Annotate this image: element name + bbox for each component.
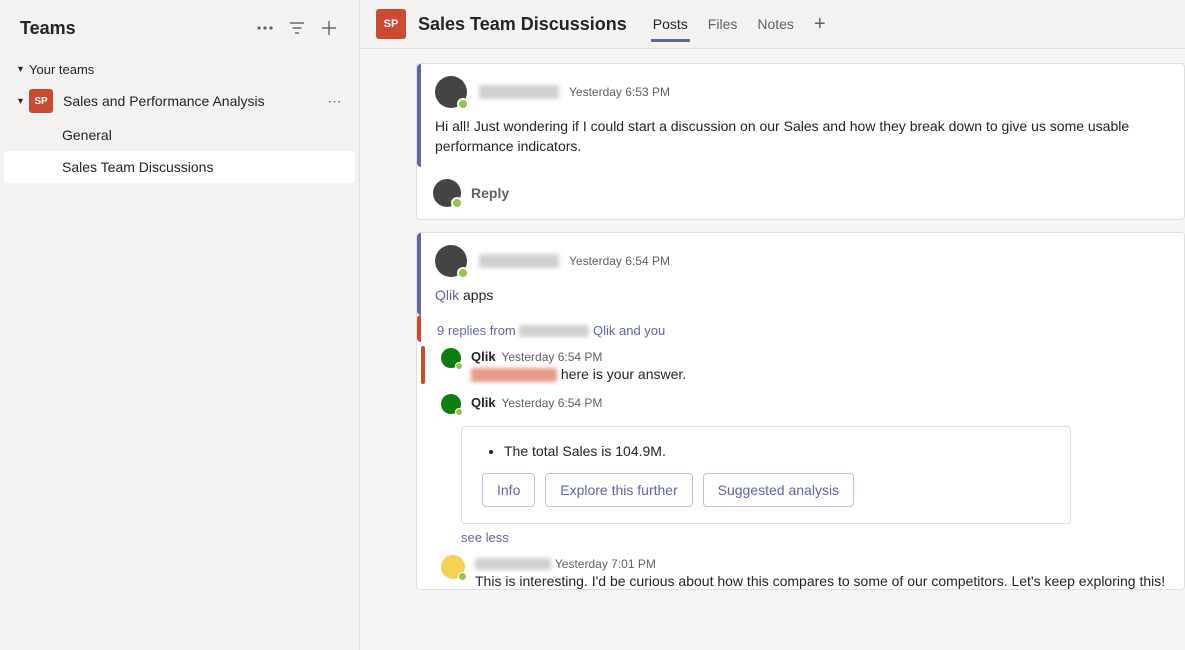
qlik-link[interactable]: Qlik (435, 287, 459, 303)
reply-body: This is interesting. I'd be curious abou… (475, 573, 1165, 589)
tab-files[interactable]: Files (698, 6, 748, 42)
reply-author: Qlik (471, 395, 496, 410)
reply-body: here is your answer. (471, 366, 686, 382)
post: Yesterday 6:53 PM Hi all! Just wondering… (417, 64, 1184, 167)
channel-title: Sales Team Discussions (418, 14, 627, 35)
qlik-avatar[interactable] (441, 348, 461, 368)
channel-sales-team-discussions[interactable]: Sales Team Discussions (4, 151, 355, 183)
your-teams-section[interactable]: ▾ Your teams (0, 48, 359, 83)
channel-header: SP Sales Team Discussions Posts Files No… (360, 0, 1185, 49)
presence-available-icon (455, 362, 463, 370)
posts-feed: Yesterday 6:53 PM Hi all! Just wondering… (360, 49, 1185, 602)
see-less-link[interactable]: see less (431, 524, 509, 547)
post-card: Yesterday 6:53 PM Hi all! Just wondering… (416, 63, 1185, 220)
thread-summary[interactable]: 9 replies from Qlik and you (417, 315, 1184, 342)
replies-suffix: Qlik and you (589, 323, 665, 338)
user-avatar[interactable] (441, 555, 465, 579)
tab-notes[interactable]: Notes (747, 6, 804, 42)
post-timestamp: Yesterday 6:53 PM (569, 85, 670, 99)
filter-icon[interactable] (283, 14, 311, 42)
post: Yesterday 6:54 PM Qlik apps (417, 233, 1184, 315)
presence-available-icon (451, 197, 463, 209)
user-avatar[interactable] (435, 245, 467, 277)
presence-available-icon (458, 572, 467, 581)
post-timestamp: Yesterday 6:54 PM (569, 254, 670, 268)
channel-general[interactable]: General (0, 119, 359, 151)
reply-timestamp: Yesterday 6:54 PM (501, 396, 602, 410)
team-row[interactable]: ▾ SP Sales and Performance Analysis ⋯ (0, 83, 359, 119)
suggested-analysis-button[interactable]: Suggested analysis (703, 473, 854, 507)
reply-avatar (433, 179, 461, 207)
add-tab-icon[interactable]: + (804, 11, 836, 37)
main-pane: SP Sales Team Discussions Posts Files No… (360, 0, 1185, 650)
reply-timestamp: Yesterday 6:54 PM (501, 350, 602, 364)
caret-down-icon: ▾ (18, 96, 23, 107)
reply-author: Qlik (471, 349, 496, 364)
replies-count: 9 replies from (437, 323, 519, 338)
sidebar-header: Teams (0, 4, 359, 48)
sidebar-title: Teams (20, 18, 247, 39)
author-name-redacted (479, 254, 559, 268)
tab-posts[interactable]: Posts (643, 6, 698, 42)
user-avatar[interactable] (435, 76, 467, 108)
reply-label: Reply (471, 185, 509, 201)
name-redacted (519, 325, 589, 337)
reply-timestamp: Yesterday 7:01 PM (555, 557, 656, 571)
post-body-rest: apps (459, 287, 493, 303)
presence-available-icon (455, 408, 463, 416)
section-label: Your teams (29, 62, 94, 77)
team-avatar: SP (29, 89, 53, 113)
mention-redacted (471, 368, 557, 382)
info-button[interactable]: Info (482, 473, 535, 507)
post-body: Qlik apps (435, 285, 1168, 305)
reply-item: Qlik Yesterday 6:54 PM here is your answ… (431, 342, 1184, 388)
team-more-icon[interactable]: ⋯ (323, 93, 347, 110)
presence-available-icon (457, 98, 469, 110)
qlik-avatar[interactable] (441, 394, 461, 414)
teams-sidebar: Teams ▾ Your teams ▾ SP Sales and Perfor… (0, 0, 360, 650)
caret-down-icon: ▾ (18, 64, 23, 75)
channel-tabs: Posts Files Notes + (643, 6, 836, 42)
post-body: Hi all! Just wondering if I could start … (435, 116, 1168, 157)
team-name: Sales and Performance Analysis (63, 93, 323, 109)
add-team-icon[interactable] (315, 14, 343, 42)
answer-card: The total Sales is 104.9M. Info Explore … (461, 426, 1071, 524)
post-card: Yesterday 6:54 PM Qlik apps 9 replies fr… (416, 232, 1185, 591)
answer-text: The total Sales is 104.9M. (504, 443, 1050, 459)
author-name-redacted (479, 85, 559, 99)
more-icon[interactable] (251, 14, 279, 42)
presence-available-icon (457, 267, 469, 279)
reply-item: Yesterday 7:01 PM This is interesting. I… (431, 547, 1184, 589)
reply-body-text: here is your answer. (557, 366, 686, 382)
explore-button[interactable]: Explore this further (545, 473, 693, 507)
reply-bar[interactable]: Reply (417, 167, 1184, 219)
channel-avatar: SP (376, 9, 406, 39)
reply-item: Qlik Yesterday 6:54 PM (431, 388, 1184, 420)
author-name-redacted (475, 558, 551, 570)
